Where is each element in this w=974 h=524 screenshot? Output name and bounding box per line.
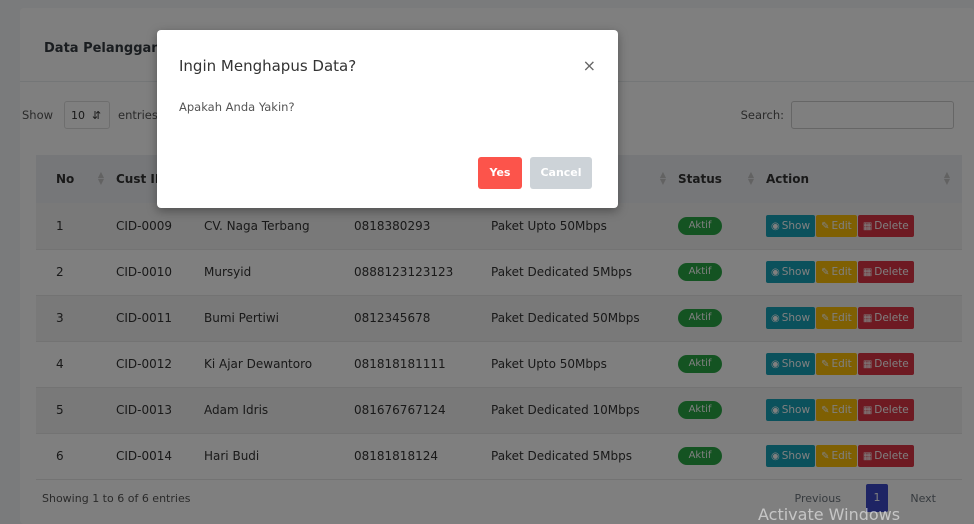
close-icon[interactable]: × <box>583 56 596 75</box>
delete-confirm-modal: Ingin Menghapus Data? × Apakah Anda Yaki… <box>157 30 618 208</box>
cancel-button[interactable]: Cancel <box>530 157 592 189</box>
activate-windows-watermark: Activate Windows <box>758 505 901 524</box>
modal-title: Ingin Menghapus Data? <box>179 57 357 75</box>
modal-message: Apakah Anda Yakin? <box>179 100 295 114</box>
yes-button[interactable]: Yes <box>478 157 522 189</box>
